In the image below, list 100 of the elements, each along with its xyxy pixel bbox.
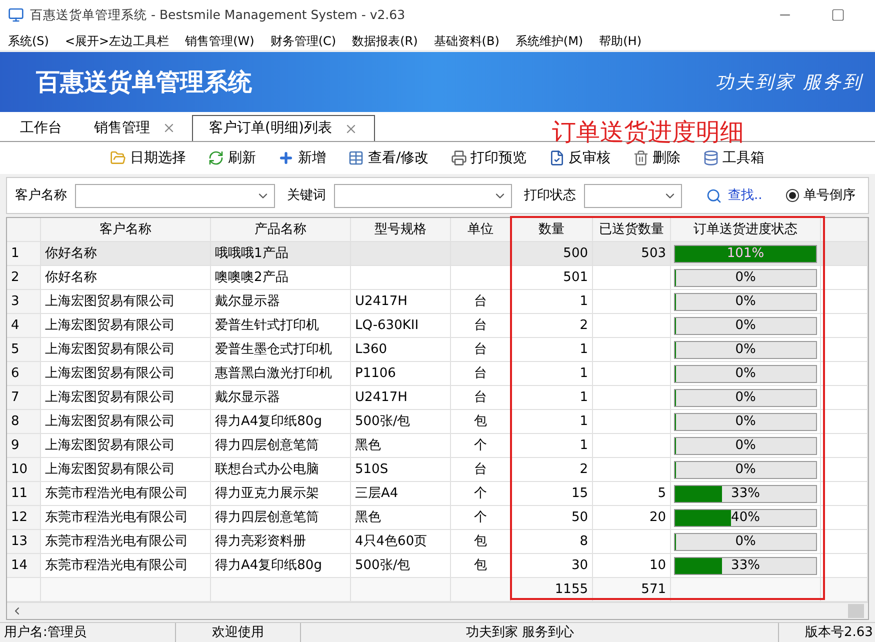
table-cell: L360 (351, 338, 451, 362)
menu-item[interactable]: 数据报表(R) (352, 32, 418, 50)
table-cell: 上海宏图贸易有限公司 (41, 386, 211, 410)
table-cell: 1 (511, 290, 593, 314)
progress-label: 0% (734, 438, 757, 454)
menu-item[interactable]: 系统维护(M) (515, 32, 584, 50)
search-link[interactable]: 查找.. (706, 186, 762, 206)
toolbar-button[interactable]: 日期选择 (110, 148, 186, 169)
tab[interactable]: 客户订单(明细)列表 (192, 115, 375, 142)
table-cell: 戴尔显示器 (211, 290, 351, 314)
status-text: 欢迎使用 (175, 622, 300, 642)
table-cell: 包 (451, 530, 511, 554)
scrollbar-thumb[interactable] (848, 604, 864, 618)
row-number: 14 (7, 554, 41, 578)
progress-label: 0% (734, 270, 757, 286)
keyword-label: 关键词 (287, 186, 326, 205)
table-cell: 个 (451, 482, 511, 506)
menu-item[interactable]: <展开>左边工具栏 (64, 32, 170, 50)
customer-label: 客户名称 (15, 186, 67, 205)
progress-label: 33% (730, 558, 761, 574)
table-cell: 个 (451, 506, 511, 530)
page-heading: 订单送货进度明细 (552, 117, 744, 148)
table-cell: 得力四层创意笔筒 (211, 434, 351, 458)
print-status-label: 打印状态 (524, 186, 576, 205)
horizontal-scrollbar[interactable] (7, 602, 868, 620)
table-cell: 2 (511, 314, 593, 338)
progress-label: 0% (734, 318, 757, 334)
table-cell: 2 (511, 458, 593, 482)
toolbar-button[interactable]: 打印预览 (450, 148, 527, 169)
row-number: 9 (7, 434, 41, 458)
table-cell: 4只4色60页 (351, 530, 451, 554)
row-number: 1 (7, 242, 41, 266)
table-cell: 上海宏图贸易有限公司 (41, 410, 211, 434)
status-text: 用户名:管理员 (3, 624, 88, 642)
table-cell: 上海宏图贸易有限公司 (41, 338, 211, 362)
table-cell: P1106 (351, 362, 451, 386)
toolbar-button[interactable]: 工具箱 (702, 148, 765, 169)
toolbar-button[interactable]: 新增 (278, 148, 326, 169)
table-cell: 得力亚克力展示架 (211, 482, 351, 506)
table-cell: 黑色 (351, 506, 451, 530)
dropdown-field[interactable] (584, 184, 682, 208)
window-title: 百惠送货单管理系统 - Bestsmile Management System - v2.63 (30, 6, 406, 24)
table-cell: 得力A4复印纸80g (211, 410, 351, 434)
table-cell: 500张/包 (351, 410, 451, 434)
tab[interactable]: 工作台 (4, 115, 78, 142)
row-number: 3 (7, 290, 41, 314)
table-cell: U2417H (351, 386, 451, 410)
progress-label: 0% (734, 534, 757, 550)
table-cell: 包 (451, 410, 511, 434)
progress-label: 33% (730, 486, 761, 502)
progress-label: 0% (734, 366, 757, 382)
table-cell: 得力四层创意笔筒 (211, 506, 351, 530)
database-icon (702, 150, 719, 166)
table-cell: 501 (511, 266, 593, 290)
row-number: 6 (7, 362, 41, 386)
app-icon (8, 7, 24, 24)
table-cell: 上海宏图贸易有限公司 (41, 290, 211, 314)
table-cell: 个 (451, 434, 511, 458)
table-cell: 台 (451, 314, 511, 338)
table-cell: 你好名称 (41, 266, 211, 290)
table-icon (348, 150, 364, 166)
table-cell: 5 (593, 482, 671, 506)
toolbar-button[interactable]: 删除 (632, 148, 681, 169)
toolbar-button[interactable]: 查看/修改 (348, 148, 429, 169)
status-text: 功夫到家 服务到心 (300, 622, 778, 642)
menu-item[interactable]: 系统(S) (8, 32, 49, 50)
sort-radio[interactable]: 单号倒序 (786, 186, 856, 206)
dropdown-field[interactable] (75, 184, 275, 208)
table-cell: 得力亮彩资料册 (211, 530, 351, 554)
progress-label: 0% (734, 414, 757, 430)
maximize-button[interactable] (831, 8, 845, 22)
table-cell: 台 (451, 338, 511, 362)
table-cell: 戴尔显示器 (211, 386, 351, 410)
table-cell: 510S (351, 458, 451, 482)
menu-item[interactable]: 帮助(H) (599, 32, 642, 50)
banner-title: 百惠送货单管理系统 (36, 67, 252, 98)
table-cell: 爱普生针式打印机 (211, 314, 351, 338)
row-number: 5 (7, 338, 41, 362)
menu-item[interactable]: 销售管理(W) (185, 32, 254, 50)
table-cell: 台 (451, 386, 511, 410)
row-number: 2 (7, 266, 41, 290)
progress-label: 0% (734, 342, 757, 358)
dropdown-field[interactable] (334, 184, 512, 208)
toolbar-button[interactable]: 反审核 (548, 148, 611, 169)
row-number: 7 (7, 386, 41, 410)
table-cell: 联想台式办公电脑 (211, 458, 351, 482)
table-cell: U2417H (351, 290, 451, 314)
table-cell: 你好名称 (41, 242, 211, 266)
table-cell: 东莞市程浩光电有限公司 (41, 506, 211, 530)
table-cell: 15 (511, 482, 593, 506)
table-cell: 东莞市程浩光电有限公司 (41, 482, 211, 506)
toolbar-button[interactable]: 刷新 (208, 148, 256, 169)
menu-item[interactable]: 基础资料(B) (434, 32, 500, 50)
table-cell: 1 (511, 434, 593, 458)
search-icon (706, 188, 722, 204)
table-cell: 500 (511, 242, 593, 266)
tab[interactable]: 销售管理 (78, 115, 192, 142)
table-cell: 上海宏图贸易有限公司 (41, 314, 211, 338)
table-cell: 上海宏图贸易有限公司 (41, 434, 211, 458)
menu-item[interactable]: 财务管理(C) (270, 32, 336, 50)
